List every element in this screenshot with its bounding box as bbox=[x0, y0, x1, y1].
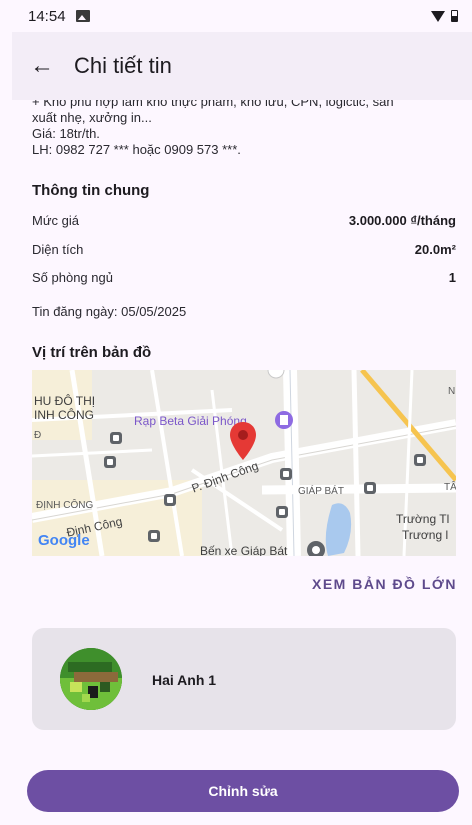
general-info-title: Thông tin chung bbox=[32, 182, 150, 199]
owner-card[interactable]: Hai Anh 1 bbox=[32, 628, 456, 730]
map-label: GIÁP BÁT bbox=[298, 486, 344, 497]
listing-description: + Kho phù hợp làm kho thực phẩm, kho lưu… bbox=[32, 100, 452, 158]
info-row-bedrooms: Số phòng ngủ 1 bbox=[32, 270, 456, 285]
owner-name: Hai Anh 1 bbox=[152, 672, 217, 688]
bus-stop-icon bbox=[164, 494, 176, 506]
bus-stop-icon bbox=[110, 432, 122, 444]
image-icon bbox=[75, 10, 90, 22]
info-row-price: Mức giá 3.000.000 ₫/tháng bbox=[32, 213, 456, 228]
map-label: Đ bbox=[34, 430, 42, 441]
info-label: Diện tích bbox=[32, 242, 84, 257]
bus-stop-icon bbox=[276, 506, 288, 518]
bus-stop-icon bbox=[148, 530, 160, 542]
map-label: INH CÔNG bbox=[34, 408, 94, 422]
detail-content[interactable]: + Kho phù hợp làm kho thực phẩm, kho lưu… bbox=[0, 100, 472, 825]
info-row-area: Diện tích 20.0m² bbox=[32, 242, 456, 257]
bus-stop-icon bbox=[280, 468, 292, 480]
posted-date: Tin đăng ngày: 05/05/2025 bbox=[32, 304, 187, 319]
map-label: TÂ bbox=[444, 482, 456, 493]
back-arrow-icon[interactable]: ← bbox=[30, 54, 70, 78]
google-logo: Google bbox=[38, 532, 90, 549]
battery-icon bbox=[451, 10, 458, 22]
map-label: Trường Tl bbox=[396, 512, 450, 526]
edit-button[interactable]: Chỉnh sửa bbox=[27, 770, 459, 812]
description-line: LH: 0982 727 *** hoặc 0909 573 ***. bbox=[32, 142, 241, 157]
bus-stop-icon bbox=[364, 482, 376, 494]
map-label: Trương l bbox=[402, 528, 449, 542]
avatar-image bbox=[60, 648, 122, 710]
view-large-map-button[interactable]: XEM BẢN ĐỒ LỚN bbox=[312, 576, 457, 592]
bus-stop-icon bbox=[104, 456, 116, 468]
status-right bbox=[431, 10, 458, 22]
wifi-icon bbox=[431, 10, 445, 22]
map-label: N bbox=[448, 386, 456, 397]
bus-stop-icon bbox=[414, 454, 426, 466]
location-map[interactable]: HU ĐÔ THỊ INH CÔNG Đ Rạp Beta Giải Phóng… bbox=[32, 370, 456, 556]
map-pin-icon[interactable] bbox=[230, 422, 256, 460]
info-value: 3.000.000 ₫/tháng bbox=[348, 213, 456, 228]
avatar bbox=[60, 648, 122, 710]
map-label: Bến xe Giáp Bát bbox=[200, 544, 288, 556]
info-value: 20.0m² bbox=[414, 242, 456, 257]
map-label: HU ĐÔ THỊ bbox=[34, 394, 96, 408]
info-label: Số phòng ngủ bbox=[32, 270, 113, 285]
info-label: Mức giá bbox=[32, 213, 79, 228]
description-line: xuất nhẹ, xưởng in... bbox=[32, 110, 152, 125]
map-section-title: Vị trí trên bản đồ bbox=[32, 344, 152, 361]
status-left: 14:54 bbox=[28, 8, 90, 25]
description-line: + Kho phù hợp làm kho thực phẩm, kho lưu… bbox=[32, 100, 394, 109]
status-time: 14:54 bbox=[28, 7, 66, 25]
page-title: Chi tiết tin bbox=[74, 53, 172, 78]
description-line: Giá: 18tr/th. bbox=[32, 126, 100, 141]
info-value: 1 bbox=[448, 270, 456, 285]
map-label: ĐỊNH CÔNG bbox=[36, 500, 94, 511]
app-bar: ← Chi tiết tin bbox=[12, 32, 472, 100]
status-bar: 14:54 bbox=[0, 0, 472, 32]
